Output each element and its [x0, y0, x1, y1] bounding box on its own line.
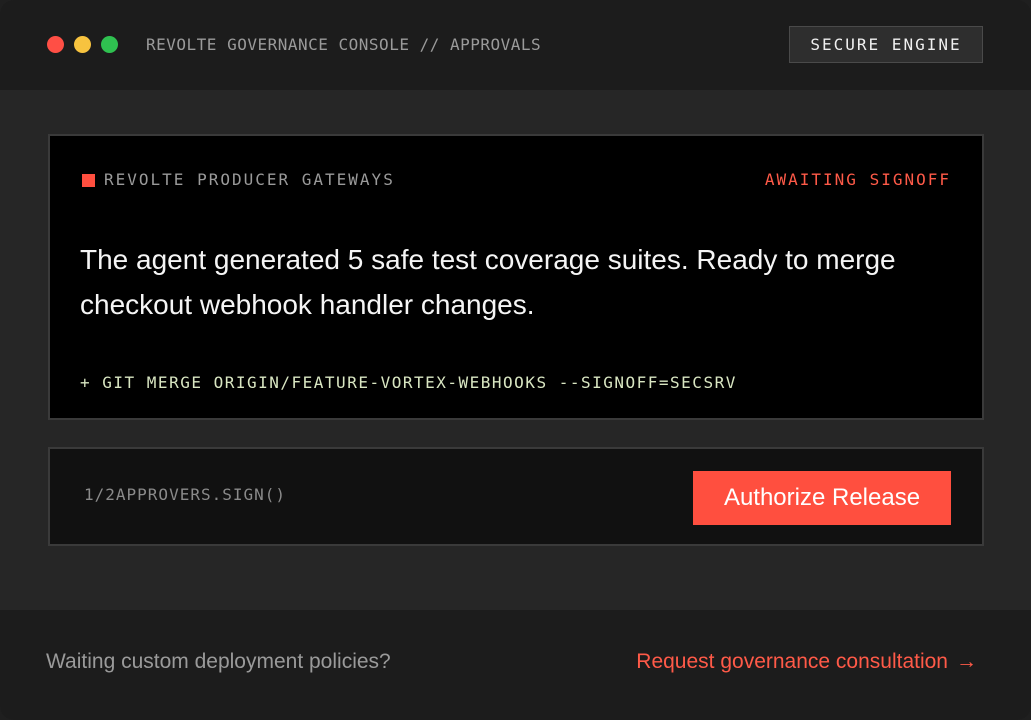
- footer: Waiting custom deployment policies? Requ…: [0, 610, 1031, 720]
- request-consultation-link[interactable]: Request governance consultation →: [636, 650, 977, 674]
- request-consultation-label: Request governance consultation: [636, 650, 948, 673]
- breadcrumb: REVOLTE GOVERNANCE CONSOLE // APPROVALS: [146, 35, 542, 54]
- title-bar: REVOLTE GOVERNANCE CONSOLE // APPROVALS …: [0, 0, 1031, 90]
- console-window: REVOLTE GOVERNANCE CONSOLE // APPROVALS …: [0, 0, 1031, 720]
- gateway-label: REVOLTE PRODUCER GATEWAYS: [104, 170, 395, 189]
- minimize-window-button[interactable]: [74, 36, 91, 53]
- footer-prompt: Waiting custom deployment policies?: [46, 650, 391, 673]
- approver-count: 1/2APPROVERS.SIGN(): [84, 485, 287, 504]
- approval-bar: 1/2APPROVERS.SIGN() Authorize Release: [48, 447, 984, 546]
- status-label: AWAITING SIGNOFF: [764, 170, 951, 189]
- close-window-button[interactable]: [47, 36, 64, 53]
- authorize-release-button[interactable]: Authorize Release: [693, 471, 951, 525]
- approval-request-card: REVOLTE PRODUCER GATEWAYS AWAITING SIGNO…: [48, 134, 984, 420]
- arrow-right-icon: →: [956, 650, 977, 673]
- status-square-icon: [82, 174, 95, 187]
- secure-engine-badge: SECURE ENGINE: [789, 26, 983, 63]
- merge-command: + GIT MERGE ORIGIN/FEATURE-VORTEX-WEBHOO…: [80, 373, 737, 392]
- agent-message: The agent generated 5 safe test coverage…: [80, 244, 896, 320]
- maximize-window-button[interactable]: [101, 36, 118, 53]
